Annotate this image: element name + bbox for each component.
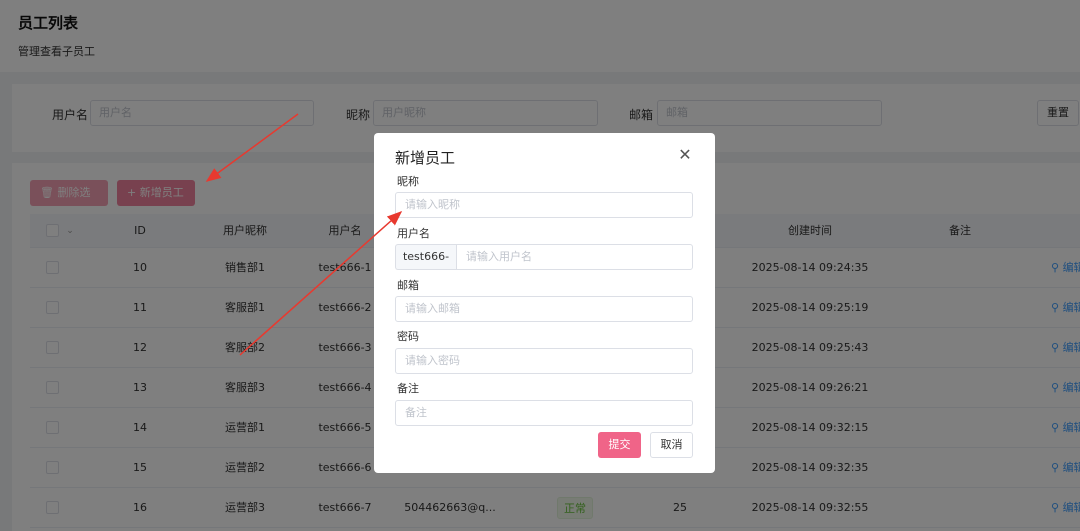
annotation-arrow-to-nickname-field bbox=[239, 211, 403, 356]
annotation-arrow-to-add-button bbox=[205, 113, 299, 182]
annotation-arrows bbox=[205, 113, 403, 356]
